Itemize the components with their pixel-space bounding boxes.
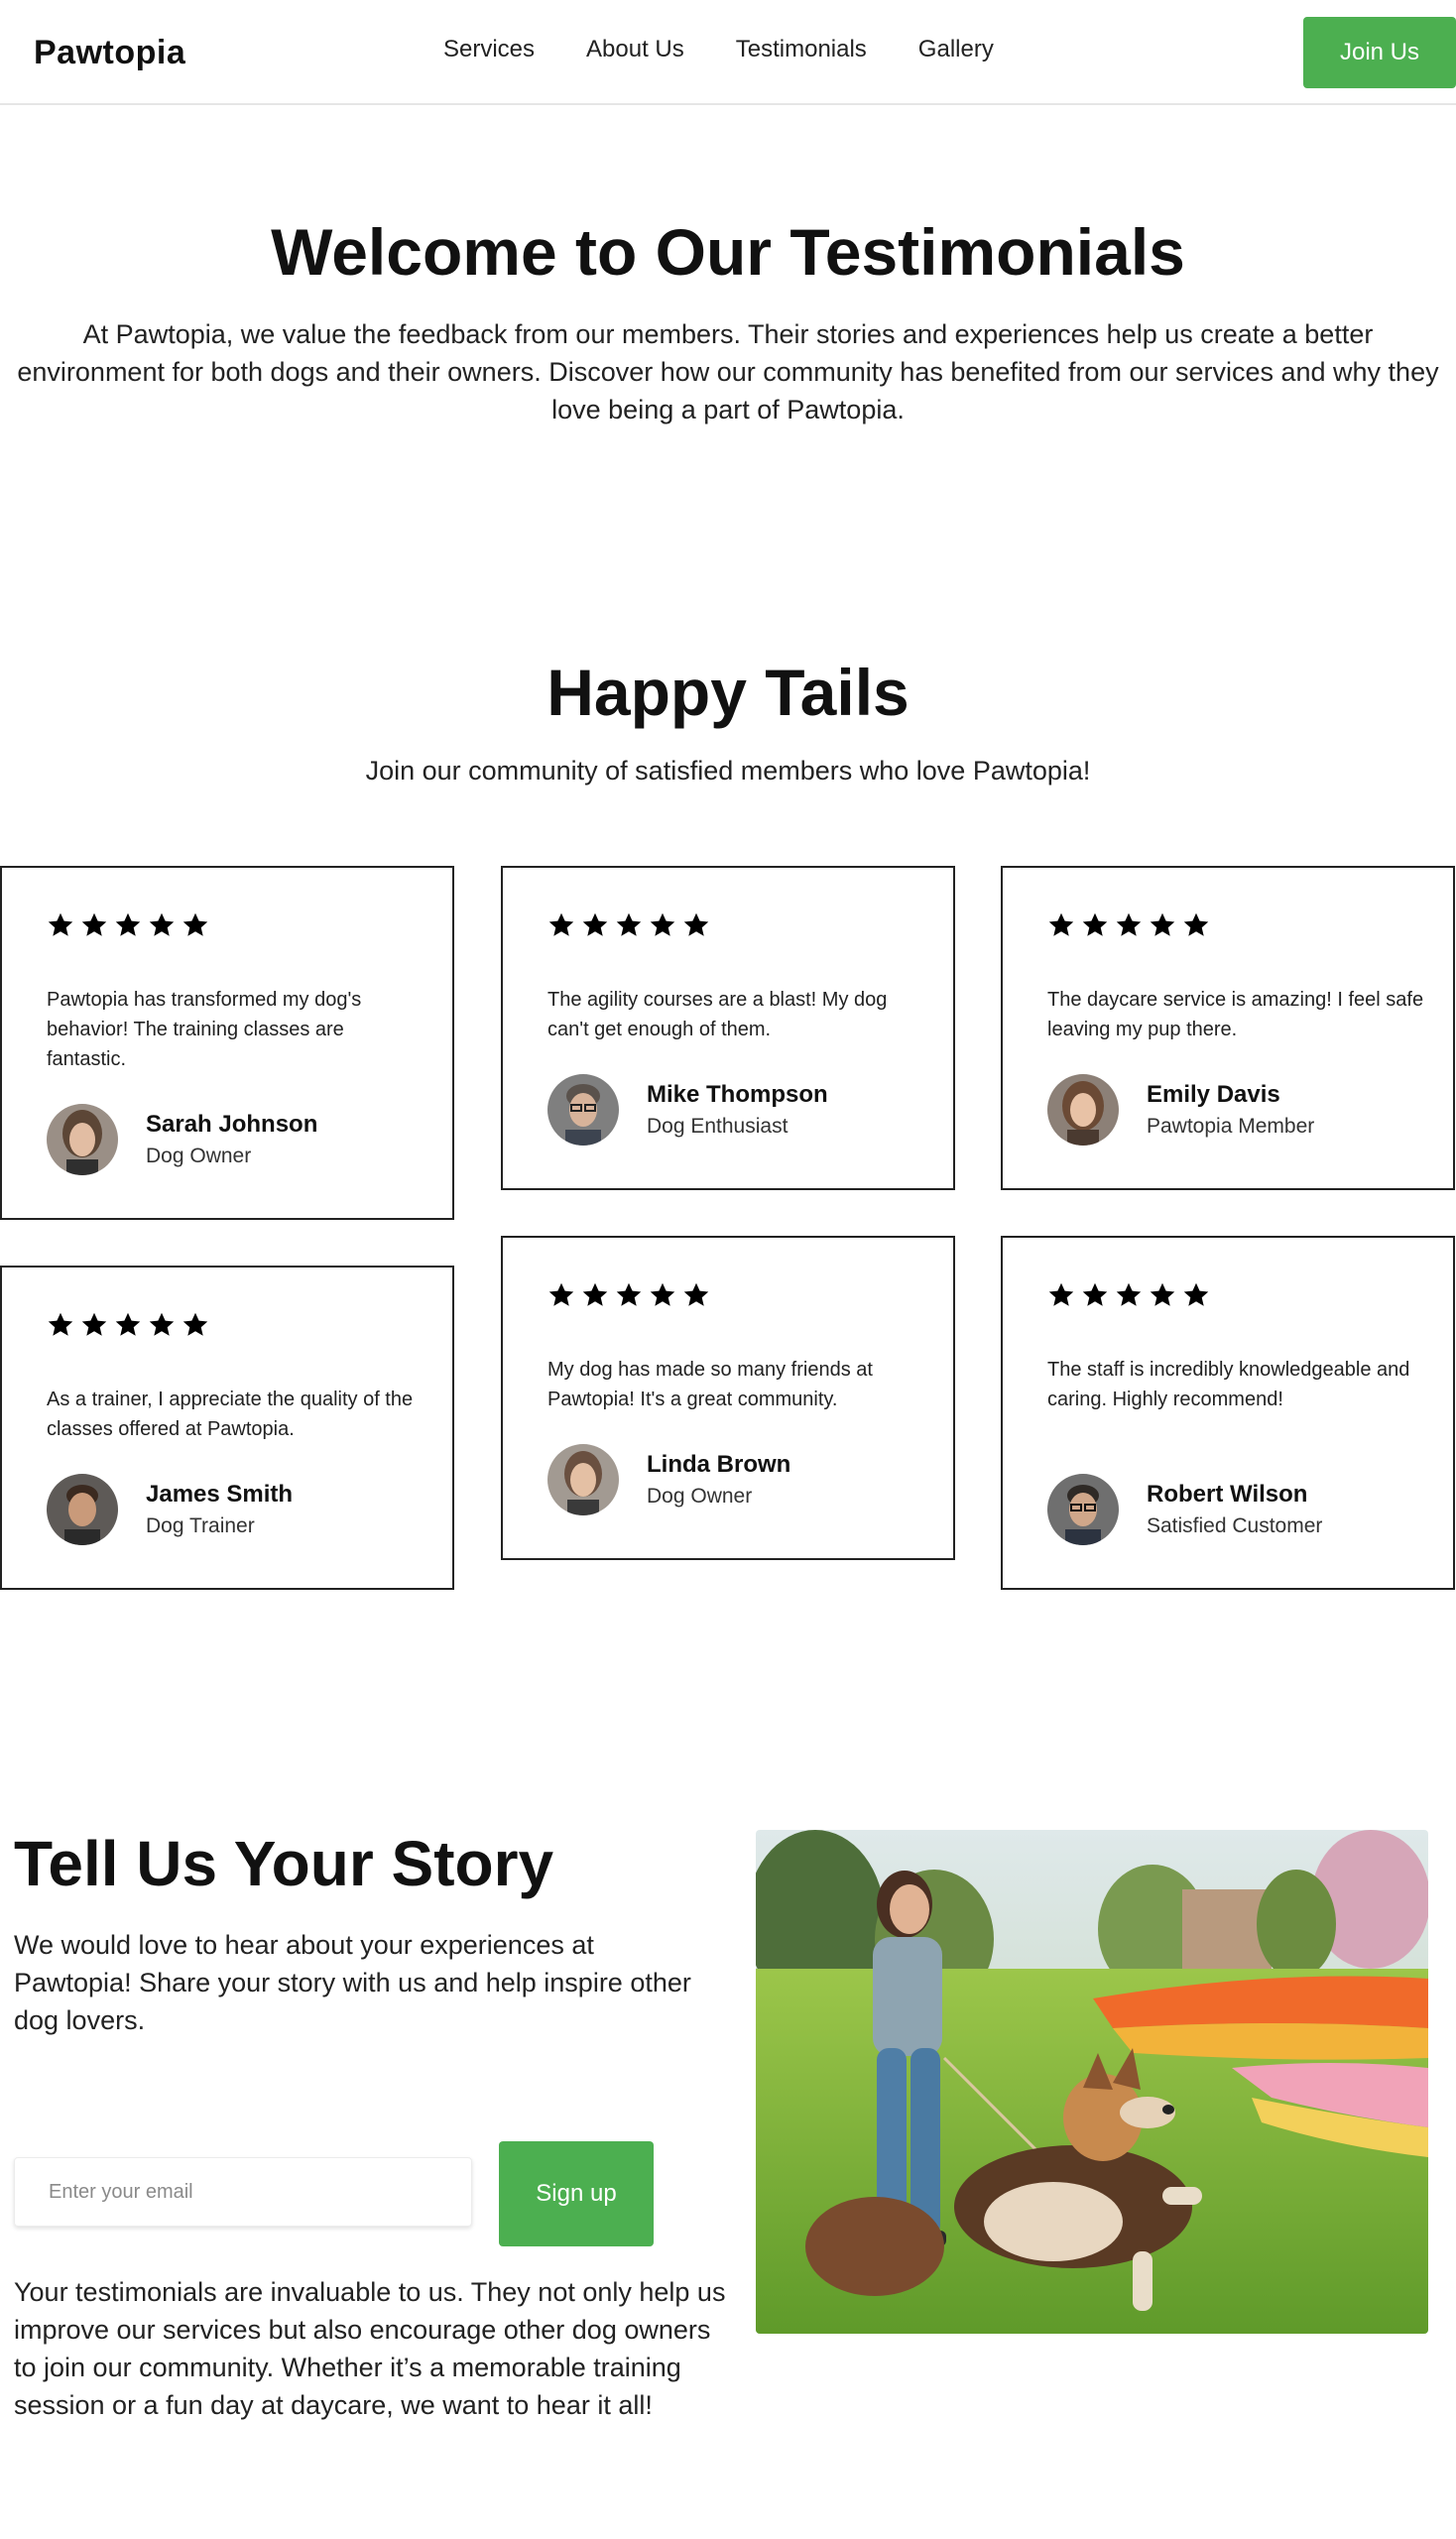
star-icon (115, 912, 141, 936)
nav-link-testimonials[interactable]: Testimonials (736, 36, 867, 63)
star-icon (616, 912, 642, 936)
star-icon (1150, 912, 1175, 936)
woman-with-dog-image (756, 1830, 1428, 2334)
author-name: Sarah Johnson (146, 1111, 318, 1138)
site-header: Pawtopia Services About Us Testimonials … (0, 0, 1456, 105)
star-rating (547, 911, 710, 939)
testimonial-card: The agility courses are a blast! My dog … (501, 866, 955, 1190)
story-title: Tell Us Your Story (14, 1828, 554, 1899)
happy-tails-title: Happy Tails (546, 656, 910, 729)
avatar (47, 1104, 118, 1175)
nav-link-gallery[interactable]: Gallery (918, 36, 994, 63)
welcome-text: At Pawtopia, we value the feedback from … (17, 319, 1439, 424)
welcome-title: Welcome to Our Testimonials (271, 215, 1185, 289)
author-role: Pawtopia Member (1147, 1115, 1315, 1138)
testimonial-card: Pawtopia has transformed my dog's behavi… (0, 866, 454, 1220)
star-icon (683, 1282, 709, 1306)
author-role: Dog Enthusiast (647, 1115, 789, 1138)
star-icon (81, 1312, 107, 1336)
star-icon (1116, 1282, 1142, 1306)
testimonial-author: Mike Thompson Dog Enthusiast (547, 1074, 828, 1146)
story-text-secondary: Your testimonials are invaluable to us. … (14, 2277, 726, 2420)
star-icon (48, 912, 73, 936)
avatar (47, 1474, 118, 1545)
star-icon (1116, 912, 1142, 936)
testimonial-quote: As a trainer, I appreciate the quality o… (47, 1389, 414, 1440)
star-icon (149, 1312, 175, 1336)
star-icon (548, 912, 574, 936)
testimonial-card: The staff is incredibly knowledgeable an… (1001, 1236, 1455, 1590)
nav-link-about-us[interactable]: About Us (586, 36, 684, 63)
nav-link-services[interactable]: Services (443, 36, 535, 63)
star-icon (149, 912, 175, 936)
star-icon (582, 1282, 608, 1306)
happy-tails-subtitle: Join our community of satisfied members … (365, 756, 1091, 786)
star-icon (81, 912, 107, 936)
testimonial-card: As a trainer, I appreciate the quality o… (0, 1266, 454, 1590)
star-icon (182, 1312, 208, 1336)
star-icon (1048, 912, 1074, 936)
testimonial-card: My dog has made so many friends at Pawto… (501, 1236, 955, 1560)
star-rating (1047, 1281, 1210, 1309)
testimonial-author: James Smith Dog Trainer (47, 1474, 293, 1545)
avatar (547, 1074, 619, 1146)
story-text: We would love to hear about your experie… (14, 1930, 691, 2035)
author-name: Robert Wilson (1147, 1481, 1308, 1508)
site-logo[interactable]: Pawtopia (34, 34, 185, 72)
star-icon (548, 1282, 574, 1306)
star-icon (1150, 1282, 1175, 1306)
star-rating (547, 1281, 710, 1309)
star-icon (115, 1312, 141, 1336)
star-icon (1082, 912, 1108, 936)
testimonial-quote: Pawtopia has transformed my dog's behavi… (47, 989, 362, 1070)
author-role: Satisfied Customer (1147, 1514, 1323, 1537)
author-role: Dog Owner (647, 1485, 753, 1508)
star-rating (47, 911, 209, 939)
star-rating (47, 1311, 209, 1339)
testimonial-author: Linda Brown Dog Owner (547, 1444, 790, 1515)
star-icon (1183, 1282, 1209, 1306)
author-name: Linda Brown (647, 1451, 791, 1478)
avatar (547, 1444, 619, 1515)
star-icon (1183, 912, 1209, 936)
join-us-button[interactable]: Join Us (1303, 17, 1456, 88)
testimonial-author: Robert Wilson Satisfied Customer (1047, 1474, 1322, 1545)
star-icon (616, 1282, 642, 1306)
star-rating (1047, 911, 1210, 939)
star-icon (650, 1282, 675, 1306)
star-icon (182, 912, 208, 936)
star-icon (48, 1312, 73, 1336)
sign-up-button[interactable]: Sign up (499, 2141, 654, 2246)
testimonial-card: The daycare service is amazing! I feel s… (1001, 866, 1455, 1190)
author-name: Mike Thompson (647, 1081, 828, 1108)
testimonial-quote: The staff is incredibly knowledgeable an… (1047, 1359, 1410, 1410)
testimonial-author: Sarah Johnson Dog Owner (47, 1104, 317, 1175)
star-icon (582, 912, 608, 936)
testimonial-quote: The agility courses are a blast! My dog … (547, 989, 888, 1040)
star-icon (1082, 1282, 1108, 1306)
testimonial-author: Emily Davis Pawtopia Member (1047, 1074, 1314, 1146)
email-input[interactable] (14, 2157, 472, 2227)
author-name: Emily Davis (1147, 1081, 1280, 1108)
author-name: James Smith (146, 1481, 294, 1508)
main-nav: Services About Us Testimonials Gallery (443, 36, 994, 63)
avatar (1047, 1474, 1119, 1545)
star-icon (1048, 1282, 1074, 1306)
star-icon (650, 912, 675, 936)
testimonial-quote: The daycare service is amazing! I feel s… (1047, 989, 1424, 1040)
author-role: Dog Trainer (146, 1514, 255, 1537)
avatar (1047, 1074, 1119, 1146)
star-icon (683, 912, 709, 936)
testimonial-quote: My dog has made so many friends at Pawto… (547, 1359, 873, 1410)
author-role: Dog Owner (146, 1145, 252, 1167)
